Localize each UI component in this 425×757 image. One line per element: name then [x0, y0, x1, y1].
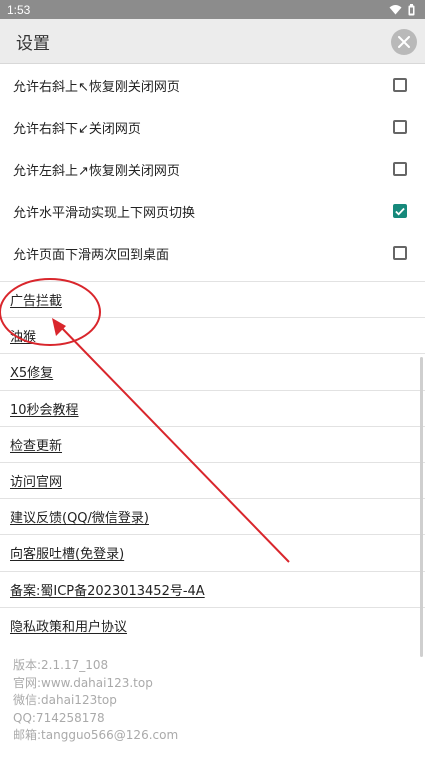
status-icons — [389, 3, 415, 16]
wechat-text: 微信:dahai123top — [13, 693, 117, 708]
close-icon — [398, 36, 410, 48]
website-text: 官网:www.dahai123.top — [13, 675, 153, 690]
link-tampermonkey[interactable]: 油猴 — [0, 318, 425, 355]
link-label: 向客服吐槽(免登录) — [10, 547, 125, 563]
scrollbar[interactable] — [420, 357, 423, 657]
version-text: 版本:2.1.17_108 — [13, 658, 109, 672]
battery-icon — [408, 3, 415, 15]
link-label: 建议反馈(QQ/微信登录) — [10, 511, 149, 527]
page-title: 设置 — [16, 33, 50, 54]
gesture-settings: 允许右斜上↖恢复刚关闭网页 允许右斜下↙关闭网页 允许左斜上↗恢复刚关闭网页 允… — [0, 64, 425, 274]
status-bar: 1:53 — [0, 0, 425, 19]
link-list: 广告拦截 油猴 X5修复 10秒会教程 检查更新 访问官网 建议反馈(QQ/微信… — [0, 281, 425, 644]
setting-label: 允许右斜下↙关闭网页 — [13, 121, 141, 137]
setting-label: 允许右斜上↖恢复刚关闭网页 — [13, 79, 180, 95]
setting-row-double-scroll-home[interactable]: 允许页面下滑两次回到桌面 — [0, 232, 425, 274]
app-info: 版本:2.1.17_108 官网:www.dahai123.top 微信:dah… — [13, 657, 178, 745]
link-icp-record[interactable]: 备案:蜀ICP备2023013452号-4A — [0, 572, 425, 608]
close-button[interactable] — [391, 29, 417, 55]
link-label: X5修复 — [10, 366, 54, 382]
link-privacy-policy[interactable]: 隐私政策和用户协议 — [0, 608, 425, 644]
setting-label: 允许左斜上↗恢复刚关闭网页 — [13, 163, 180, 179]
checkbox-horizontal-swipe[interactable] — [393, 204, 407, 218]
checkbox-double-scroll-home[interactable] — [393, 246, 407, 260]
checkbox-left-up-restore[interactable] — [393, 162, 407, 176]
setting-row-left-up-restore[interactable]: 允许左斜上↗恢复刚关闭网页 — [0, 148, 425, 190]
link-label: 隐私政策和用户协议 — [10, 620, 128, 636]
link-label: 访问官网 — [10, 475, 63, 491]
setting-row-horizontal-swipe[interactable]: 允许水平滑动实现上下网页切换 — [0, 190, 425, 232]
checkbox-right-down-close[interactable] — [393, 120, 407, 134]
settings-header: 设置 — [0, 19, 425, 64]
link-label: 10秒会教程 — [10, 402, 79, 418]
link-feedback[interactable]: 建议反馈(QQ/微信登录) — [0, 499, 425, 536]
setting-label: 允许页面下滑两次回到桌面 — [13, 247, 170, 263]
email-text: 邮箱:tangguo566@126.com — [13, 728, 179, 743]
check-icon — [395, 207, 405, 216]
link-label: 备案:蜀ICP备2023013452号-4A — [10, 583, 205, 599]
wifi-icon — [389, 5, 402, 15]
qq-text: QQ:714258178 — [13, 710, 105, 725]
link-label: 检查更新 — [10, 438, 63, 454]
link-x5-repair[interactable]: X5修复 — [0, 354, 425, 391]
setting-label: 允许水平滑动实现上下网页切换 — [13, 205, 196, 221]
link-ad-block[interactable]: 广告拦截 — [0, 282, 425, 319]
setting-row-right-down-close[interactable]: 允许右斜下↙关闭网页 — [0, 106, 425, 148]
link-label: 油猴 — [10, 330, 37, 346]
link-tutorial[interactable]: 10秒会教程 — [0, 391, 425, 427]
link-label: 广告拦截 — [10, 294, 63, 310]
setting-row-right-up-restore[interactable]: 允许右斜上↖恢复刚关闭网页 — [0, 64, 425, 106]
link-official-site[interactable]: 访问官网 — [0, 463, 425, 500]
checkbox-right-up-restore[interactable] — [393, 78, 407, 92]
link-check-update[interactable]: 检查更新 — [0, 427, 425, 463]
link-complain[interactable]: 向客服吐槽(免登录) — [0, 535, 425, 572]
status-time: 1:53 — [7, 2, 31, 17]
